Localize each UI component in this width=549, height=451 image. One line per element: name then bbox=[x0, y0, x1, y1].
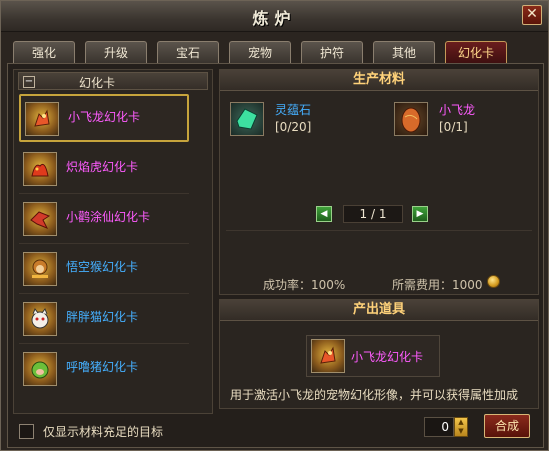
materials-header: 生产材料 bbox=[220, 70, 538, 91]
material-name: 灵蕴石 bbox=[275, 103, 312, 117]
item-name: 炽焰虎幻化卡 bbox=[66, 160, 139, 174]
snoring-pig-icon bbox=[23, 352, 57, 386]
list-item[interactable]: 呼噜猪幻化卡 bbox=[19, 346, 189, 394]
list-item[interactable]: 胖胖猫幻化卡 bbox=[19, 296, 189, 344]
tab-other[interactable]: 其他 bbox=[373, 41, 435, 63]
furnace-window: 炼炉 ✕ 强化 升级 宝石 宠物 护符 其他 幻化卡 − 幻化卡 小飞龙幻化卡 … bbox=[0, 0, 549, 451]
output-item-name: 小飞龙幻化卡 bbox=[351, 350, 424, 364]
flame-tiger-icon bbox=[23, 152, 57, 186]
output-item-box[interactable]: 小飞龙幻化卡 bbox=[306, 335, 440, 377]
small-dragon-icon bbox=[311, 339, 345, 373]
chubby-cat-icon bbox=[23, 302, 57, 336]
tab-transform-card[interactable]: 幻化卡 bbox=[445, 41, 507, 63]
tab-gem[interactable]: 宝石 bbox=[157, 41, 219, 63]
sufficient-materials-checkbox[interactable] bbox=[19, 424, 34, 439]
gold-coin-icon bbox=[487, 275, 500, 288]
item-name: 呼噜猪幻化卡 bbox=[66, 360, 139, 374]
list-item[interactable]: 小飞龙幻化卡 bbox=[19, 94, 189, 142]
category-header[interactable]: − 幻化卡 bbox=[18, 72, 208, 90]
dragon-egg-icon[interactable] bbox=[394, 102, 428, 136]
tab-upgrade[interactable]: 升级 bbox=[85, 41, 147, 63]
prev-page-button[interactable]: ◀ bbox=[316, 206, 332, 222]
success-rate: 成功率：100% bbox=[263, 278, 346, 292]
material-name: 小飞龙 bbox=[439, 103, 476, 117]
output-panel: 产出道具 小飞龙幻化卡 用于激活小飞龙的宠物幻化形像，并可以获得属性加成 bbox=[219, 299, 539, 409]
tab-enhance[interactable]: 强化 bbox=[13, 41, 75, 63]
tab-pet[interactable]: 宠物 bbox=[229, 41, 291, 63]
crane-immortal-icon bbox=[23, 202, 57, 236]
material-count: [0/20] bbox=[275, 120, 312, 134]
list-item[interactable]: 炽焰虎幻化卡 bbox=[19, 146, 189, 194]
item-name: 胖胖猫幻化卡 bbox=[66, 310, 139, 324]
item-name: 小飞龙幻化卡 bbox=[68, 110, 141, 124]
item-name: 悟空猴幻化卡 bbox=[66, 260, 139, 274]
close-button[interactable]: ✕ bbox=[522, 5, 542, 25]
small-dragon-icon bbox=[25, 102, 59, 136]
item-name: 小鹳涂仙幻化卡 bbox=[66, 210, 151, 224]
next-page-button[interactable]: ▶ bbox=[412, 206, 428, 222]
cost-text: 所需费用：1000 bbox=[392, 278, 483, 292]
quantity-input[interactable]: 0 bbox=[424, 417, 454, 437]
category-title: 幻化卡 bbox=[79, 76, 116, 90]
collapse-icon[interactable]: − bbox=[23, 76, 35, 88]
list-item[interactable]: 悟空猴幻化卡 bbox=[19, 246, 189, 294]
list-item[interactable]: 小鹳涂仙幻化卡 bbox=[19, 196, 189, 244]
craft-button[interactable]: 合成 bbox=[484, 414, 530, 438]
output-header: 产出道具 bbox=[220, 300, 538, 321]
materials-panel: 生产材料 灵蕴石 [0/20] 小飞龙 [0/1] ◀ 1 / 1 ▶ 成功率：… bbox=[219, 69, 539, 295]
monkey-king-icon bbox=[23, 252, 57, 286]
material-count: [0/1] bbox=[439, 120, 468, 134]
title-bar[interactable]: 炼炉 ✕ bbox=[1, 1, 548, 32]
spirit-stone-icon[interactable] bbox=[230, 102, 264, 136]
quantity-stepper[interactable]: ▲ ▼ bbox=[454, 417, 468, 437]
page-indicator: 1 / 1 bbox=[343, 205, 403, 223]
filter-label: 仅显示材料充足的目标 bbox=[43, 425, 164, 439]
window-title: 炼炉 bbox=[252, 9, 297, 28]
divider bbox=[226, 230, 532, 231]
output-description: 用于激活小飞龙的宠物幻化形像，并可以获得属性加成 bbox=[230, 388, 519, 402]
recipe-list: − 幻化卡 小飞龙幻化卡 炽焰虎幻化卡 小鹳涂仙幻化卡 悟空猴幻化卡 胖胖猫幻化… bbox=[13, 69, 213, 414]
tab-amulet[interactable]: 护符 bbox=[301, 41, 363, 63]
